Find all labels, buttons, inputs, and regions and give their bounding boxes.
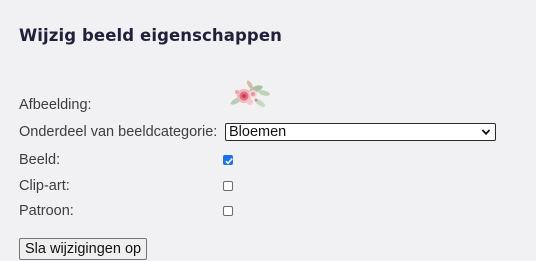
clipart-row: Clip-art:: [19, 176, 70, 196]
image-flag-checkbox[interactable]: [223, 155, 233, 165]
image-flag-label: Beeld:: [19, 152, 61, 168]
page-title: Wijzig beeld eigenschappen: [19, 26, 282, 45]
category-select[interactable]: Bloemen: [225, 123, 496, 141]
clipart-label: Clip-art:: [19, 178, 70, 194]
pattern-row: Patroon:: [19, 201, 74, 221]
image-label: Afbeelding:: [19, 97, 92, 113]
chevron-down-icon: [481, 129, 491, 136]
category-select-value: Bloemen: [229, 124, 287, 140]
category-label: Onderdeel van beeldcategorie:: [19, 124, 218, 140]
image-row: Afbeelding:: [19, 95, 92, 115]
clipart-checkbox[interactable]: [223, 181, 233, 191]
pattern-label: Patroon:: [19, 203, 74, 219]
image-flag-row: Beeld:: [19, 150, 60, 170]
checkmark-icon: [225, 158, 233, 165]
pattern-checkbox[interactable]: [223, 206, 233, 216]
save-changes-button[interactable]: Sla wijzigingen op: [19, 238, 148, 260]
category-row: Onderdeel van beeldcategorie:: [19, 122, 217, 142]
flower-thumbnail-image: [230, 80, 270, 108]
